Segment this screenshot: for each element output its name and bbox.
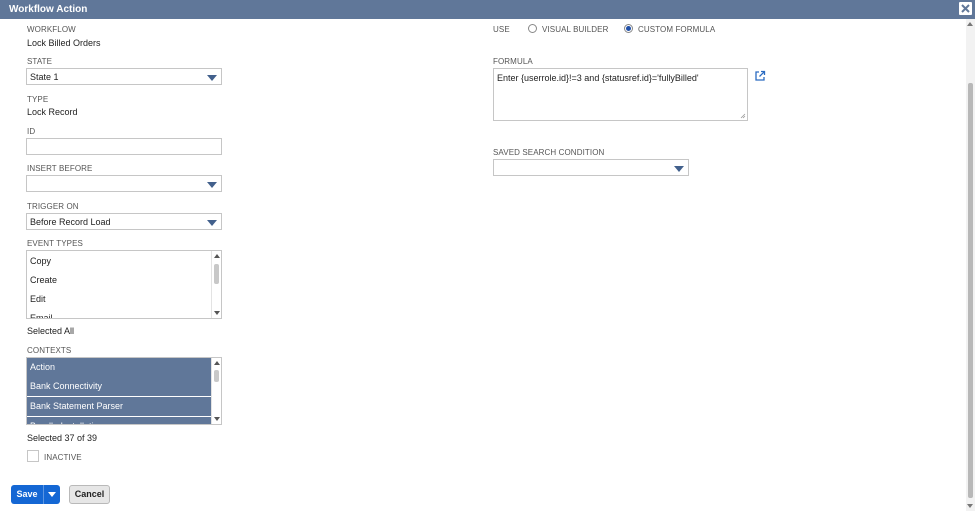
scroll-thumb[interactable] [214,370,219,382]
state-select[interactable]: State 1 [26,68,222,85]
trigger-on-label: TRIGGER ON [27,202,79,211]
formula-label: FORMULA [493,57,533,66]
type-value: Lock Record [27,107,78,117]
event-types-scrollbar[interactable] [211,251,221,318]
event-types-label: EVENT TYPES [27,239,83,248]
chevron-down-icon [48,492,56,497]
workflow-label: WORKFLOW [27,25,76,34]
contexts-scrollbar[interactable] [211,358,221,424]
insert-before-select[interactable] [26,175,222,192]
inactive-label: INACTIVE [44,453,82,462]
saved-search-condition-select[interactable] [493,159,689,176]
scroll-thumb[interactable] [968,83,973,498]
dialog-title-bar: Workflow Action [0,0,975,19]
scroll-thumb[interactable] [214,264,219,284]
resize-grip-icon[interactable] [740,113,746,119]
formula-textarea[interactable]: Enter {userrole.id}!=3 and {statusref.id… [493,68,748,121]
list-item[interactable]: Edit [27,290,211,309]
list-item[interactable]: Email [27,309,211,318]
id-label: ID [27,127,36,136]
list-item[interactable]: Copy [27,252,211,271]
id-field[interactable] [26,138,222,155]
list-item[interactable]: Bundle Installation [27,417,211,424]
cancel-button[interactable]: Cancel [69,485,110,504]
external-link-icon[interactable] [754,70,766,82]
list-item[interactable]: Action [27,358,211,377]
scroll-up-icon[interactable] [967,22,973,26]
custom-formula-radio[interactable] [624,24,633,33]
scroll-down-icon[interactable] [214,417,220,421]
dialog-title: Workflow Action [9,4,88,15]
list-item[interactable]: Create [27,271,211,290]
event-types-listbox[interactable]: Copy Create Edit Email [26,250,222,319]
insert-before-label: INSERT BEFORE [27,164,93,173]
scroll-up-icon[interactable] [214,361,220,365]
saved-search-condition-label: SAVED SEARCH CONDITION [493,148,605,157]
formula-value: Enter {userrole.id}!=3 and {statusref.id… [497,73,699,83]
visual-builder-label[interactable]: VISUAL BUILDER [542,25,608,34]
chevron-down-icon [674,166,684,172]
type-label: TYPE [27,95,49,104]
visual-builder-radio[interactable] [528,24,537,33]
use-label: USE [493,25,510,34]
chevron-down-icon [207,182,217,188]
chevron-down-icon [207,75,217,81]
event-types-status: Selected All [27,326,75,336]
custom-formula-label[interactable]: CUSTOM FORMULA [638,25,715,34]
scroll-down-icon[interactable] [967,504,973,508]
list-item[interactable]: Bank Statement Parser [27,397,211,416]
state-label: STATE [27,57,53,66]
chevron-down-icon [207,220,217,226]
list-item[interactable]: Bank Connectivity [27,377,211,396]
contexts-label: CONTEXTS [27,346,72,355]
inactive-checkbox[interactable] [27,450,39,462]
save-options-button[interactable] [43,485,60,504]
scroll-up-icon[interactable] [214,254,220,258]
contexts-status: Selected 37 of 39 [27,433,98,443]
save-button[interactable]: Save [11,485,43,504]
state-select-value: State 1 [30,72,59,82]
contexts-listbox[interactable]: Action Bank Connectivity Bank Statement … [26,357,222,425]
scroll-down-icon[interactable] [214,311,220,315]
close-icon[interactable] [959,2,972,15]
page-scrollbar[interactable] [966,19,975,511]
trigger-on-value: Before Record Load [30,217,111,227]
trigger-on-select[interactable]: Before Record Load [26,213,222,230]
workflow-value: Lock Billed Orders [27,38,101,48]
